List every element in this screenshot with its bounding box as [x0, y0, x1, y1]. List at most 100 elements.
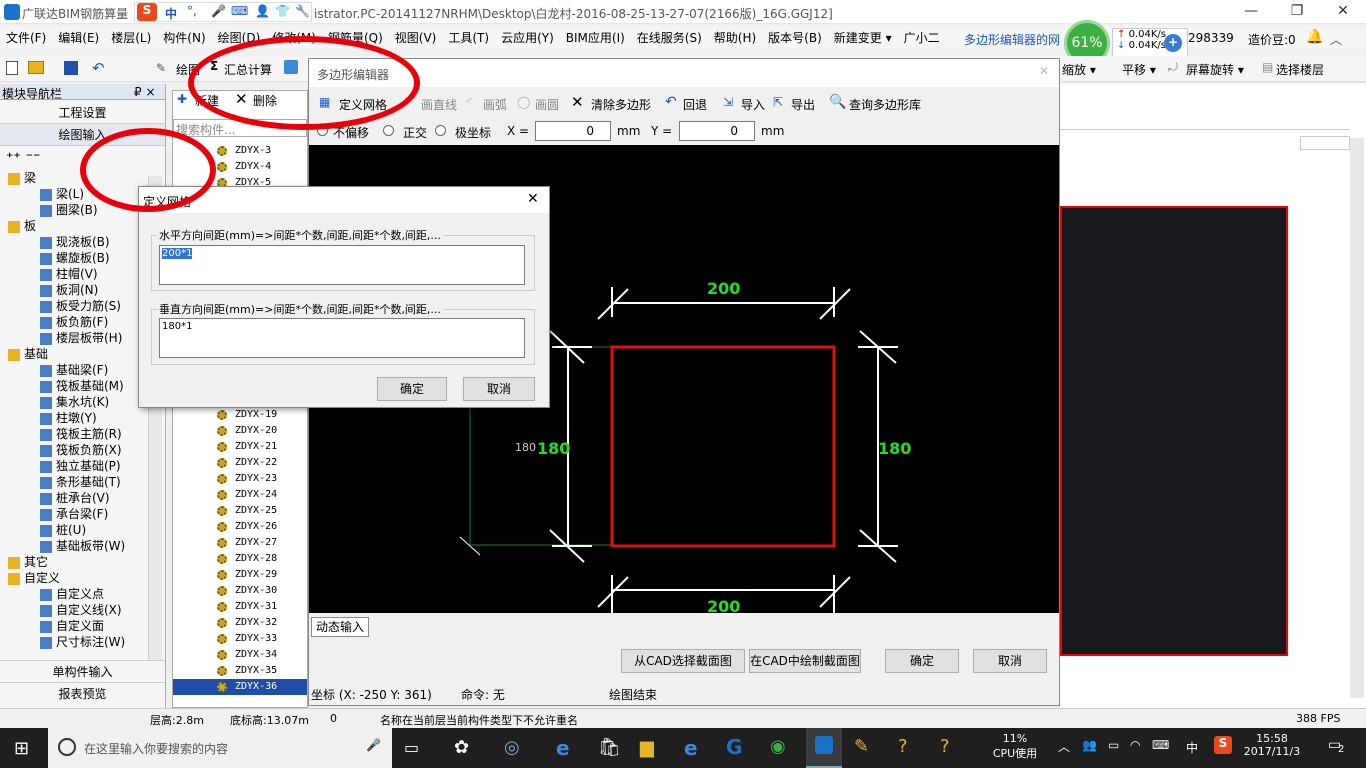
edge-icon[interactable]: e	[556, 736, 570, 760]
tree-item[interactable]: 筏板基础(M)	[4, 378, 152, 394]
list-item[interactable]: ZDYX-30	[173, 583, 307, 599]
list-item[interactable]: ZDYX-25	[173, 503, 307, 519]
tree-item[interactable]: 自定义线(X)	[4, 602, 152, 618]
plus-icon[interactable]: +	[1164, 34, 1182, 52]
active-app-tab[interactable]	[806, 728, 842, 768]
draw-line-button[interactable]: 画直线	[421, 96, 457, 113]
list-item[interactable]: ZDYX-21	[173, 439, 307, 455]
keyboard-icon[interactable]: ⌨	[231, 4, 248, 18]
ie-icon[interactable]: e	[684, 736, 698, 760]
menu-item[interactable]: 帮助(H)	[708, 26, 762, 46]
undo-icon[interactable]: ↶	[92, 59, 105, 77]
mic-icon[interactable]: 🎤	[211, 4, 226, 18]
explorer-icon[interactable]: ▆	[640, 737, 654, 758]
list-item[interactable]: ZDYX-34	[173, 647, 307, 663]
cloud-app-icon[interactable]: ◎	[504, 737, 520, 758]
poly-cancel-button[interactable]: 取消	[973, 649, 1047, 673]
zoom-button[interactable]: 缩放 ▾	[1062, 61, 1096, 78]
dlg-cancel-button[interactable]: 取消	[463, 377, 535, 401]
clock[interactable]: 15:58 2017/11/3	[1240, 732, 1304, 758]
tray-up-icon[interactable]: ︿	[1058, 738, 1070, 755]
minimize-button[interactable]: —	[1228, 0, 1274, 24]
wrench-icon[interactable]: 🔧	[295, 4, 310, 18]
help-app-icon-1[interactable]: ?	[898, 736, 908, 757]
polar-radio[interactable]	[435, 125, 446, 136]
save-icon[interactable]	[64, 61, 78, 75]
select-floor-button[interactable]: 选择楼层	[1276, 61, 1324, 78]
v-spacing-input[interactable]: 180*1	[159, 318, 525, 358]
list-item[interactable]: ZDYX-28	[173, 551, 307, 567]
tree-item[interactable]: 自定义点	[4, 586, 152, 602]
punct-icon[interactable]: °,	[187, 4, 197, 18]
menu-item[interactable]: 在线服务(S)	[631, 26, 708, 46]
undo-button[interactable]: 回退	[683, 96, 707, 113]
list-item[interactable]: ZDYX-36	[173, 679, 307, 695]
ime-tray-text[interactable]: 中	[1186, 739, 1198, 756]
list-item[interactable]: ZDYX-24	[173, 487, 307, 503]
tree-group[interactable]: 其它	[4, 554, 152, 570]
pan-button[interactable]: 平移 ▾	[1122, 61, 1156, 78]
tree-item[interactable]: 承台梁(F)	[4, 506, 152, 522]
draw-arc-button[interactable]: 画弧	[483, 96, 507, 113]
single-input-button[interactable]: 单构件输入	[0, 660, 165, 682]
glodon-icon[interactable]: G	[726, 735, 742, 759]
notepad-app-icon[interactable]: ✎	[854, 736, 869, 757]
draw-in-cad-button[interactable]: 在CAD中绘制截面图	[749, 649, 861, 673]
poly-ok-button[interactable]: 确定	[885, 649, 959, 673]
menu-item[interactable]: 文件(F)	[0, 26, 52, 46]
tree-item[interactable]: 螺旋板(B)	[4, 250, 152, 266]
menu-item[interactable]: 楼层(L)	[105, 26, 157, 46]
shirt-icon[interactable]: 👕	[275, 4, 290, 18]
keyboard-tray-icon[interactable]: ⌨	[1152, 738, 1169, 752]
tree-item[interactable]: 自定义面	[4, 618, 152, 634]
tree-item[interactable]: 柱墩(Y)	[4, 410, 152, 426]
clear-polygon-button[interactable]: 清除多边形	[591, 96, 651, 113]
tree-item[interactable]: 尺寸标注(W)	[4, 634, 152, 650]
export-button[interactable]: 导出	[791, 96, 815, 113]
menu-item[interactable]: 编辑(E)	[52, 26, 105, 46]
menu-item[interactable]: 新建变更 ▾	[828, 26, 898, 46]
list-item[interactable]: ZDYX-32	[173, 615, 307, 631]
green-app-icon[interactable]: ◉	[770, 736, 786, 757]
pin-close-icons[interactable]: ₽ ×	[134, 85, 156, 99]
right-scrollbar[interactable]	[1350, 138, 1364, 698]
list-item[interactable]: ZDYX-23	[173, 471, 307, 487]
tree-group[interactable]: 板	[4, 218, 152, 234]
tree-item[interactable]: 筏板主筋(R)	[4, 426, 152, 442]
tree-item[interactable]: 楼层板带(H)	[4, 330, 152, 346]
store-icon[interactable]: 🛍	[598, 737, 621, 758]
list-item[interactable]: ZDYX-31	[173, 599, 307, 615]
tree-item[interactable]: 独立基础(P)	[4, 458, 152, 474]
ime-mode[interactable]: 中	[165, 5, 177, 22]
menu-item[interactable]: 视图(V)	[389, 26, 443, 46]
tree-item[interactable]: 板洞(N)	[4, 282, 152, 298]
tree-group[interactable]: 基础	[4, 346, 152, 362]
taskbar-search[interactable]: 在这里输入你要搜索的内容 🎤	[48, 728, 392, 768]
list-item[interactable]: ZDYX-27	[173, 535, 307, 551]
banner-text[interactable]: 多边形编辑器的网	[964, 31, 1060, 48]
expand-all-icon[interactable]: ⁺⁺ ⁻⁻	[6, 150, 40, 166]
query-library-button[interactable]: 查询多边形库	[849, 96, 921, 113]
tree-item[interactable]: 板负筋(F)	[4, 314, 152, 330]
maximize-button[interactable]: ❐	[1274, 0, 1320, 24]
rotate-button[interactable]: 屏幕旋转 ▾	[1186, 61, 1244, 78]
tree-item[interactable]: 桩(U)	[4, 522, 152, 538]
y-input[interactable]: 0	[679, 121, 755, 141]
from-cad-button[interactable]: 从CAD选择截面图	[621, 649, 745, 673]
collapse-icon[interactable]: ︿	[1330, 31, 1342, 48]
ortho-radio[interactable]	[383, 125, 394, 136]
close-button[interactable]: ✕	[1320, 0, 1366, 24]
new-file-icon[interactable]	[6, 61, 18, 75]
mic-icon[interactable]: 🎤	[366, 738, 381, 752]
list-item[interactable]: ZDYX-35	[173, 663, 307, 679]
tree-item[interactable]: 条形基础(T)	[4, 474, 152, 490]
tree-item[interactable]: 现浇板(B)	[4, 234, 152, 250]
cpu-widget[interactable]: 11% CPU使用	[980, 732, 1050, 761]
menu-item[interactable]: 广小二	[898, 26, 946, 46]
people-icon[interactable]: 👥	[1082, 738, 1097, 752]
menu-item[interactable]: 版本号(B)	[762, 26, 828, 46]
user-icon[interactable]: 👤	[255, 4, 270, 18]
x-input[interactable]: 0	[535, 121, 611, 141]
help-app-icon-2[interactable]: ?	[940, 736, 950, 757]
list-item[interactable]: ZDYX-29	[173, 567, 307, 583]
